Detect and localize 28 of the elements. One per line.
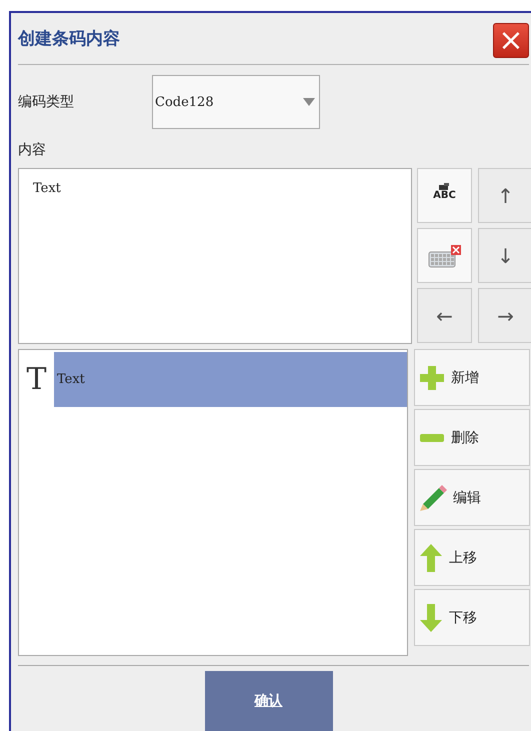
edit-button[interactable]: 编辑 xyxy=(414,469,530,526)
encoding-label: 编码类型 xyxy=(18,93,75,111)
content-field[interactable]: Text xyxy=(18,168,412,344)
add-button[interactable]: 新增 xyxy=(414,349,530,406)
abc-label: ABC xyxy=(433,190,456,200)
pencil-icon xyxy=(419,484,447,512)
left-button[interactable]: ← xyxy=(417,288,472,343)
arrow-down-icon xyxy=(419,602,443,632)
text-tool-button[interactable]: ABC xyxy=(417,168,472,223)
list-item[interactable]: Text xyxy=(54,352,407,407)
minus-icon xyxy=(419,432,445,442)
keyboard-icon xyxy=(428,244,462,268)
keyboard-button[interactable] xyxy=(417,228,472,283)
window-title: 创建条码内容 xyxy=(18,28,120,50)
delete-button[interactable]: 删除 xyxy=(414,409,530,466)
confirm-button[interactable]: 确认 xyxy=(204,671,332,731)
down-button[interactable]: ↓ xyxy=(478,228,531,283)
close-button[interactable]: × xyxy=(493,23,529,58)
encoding-dropdown[interactable]: Code128 xyxy=(152,75,320,129)
move-down-button[interactable]: 下移 xyxy=(414,589,530,646)
move-up-button[interactable]: 上移 xyxy=(414,529,530,586)
up-button[interactable]: ↑ xyxy=(478,168,531,223)
plus-icon xyxy=(419,364,445,390)
caret-icon xyxy=(303,98,315,106)
content-label: 内容 xyxy=(18,141,47,159)
right-button[interactable]: → xyxy=(478,288,531,343)
arrow-up-icon xyxy=(419,542,443,572)
text-type-icon: T xyxy=(19,352,54,407)
